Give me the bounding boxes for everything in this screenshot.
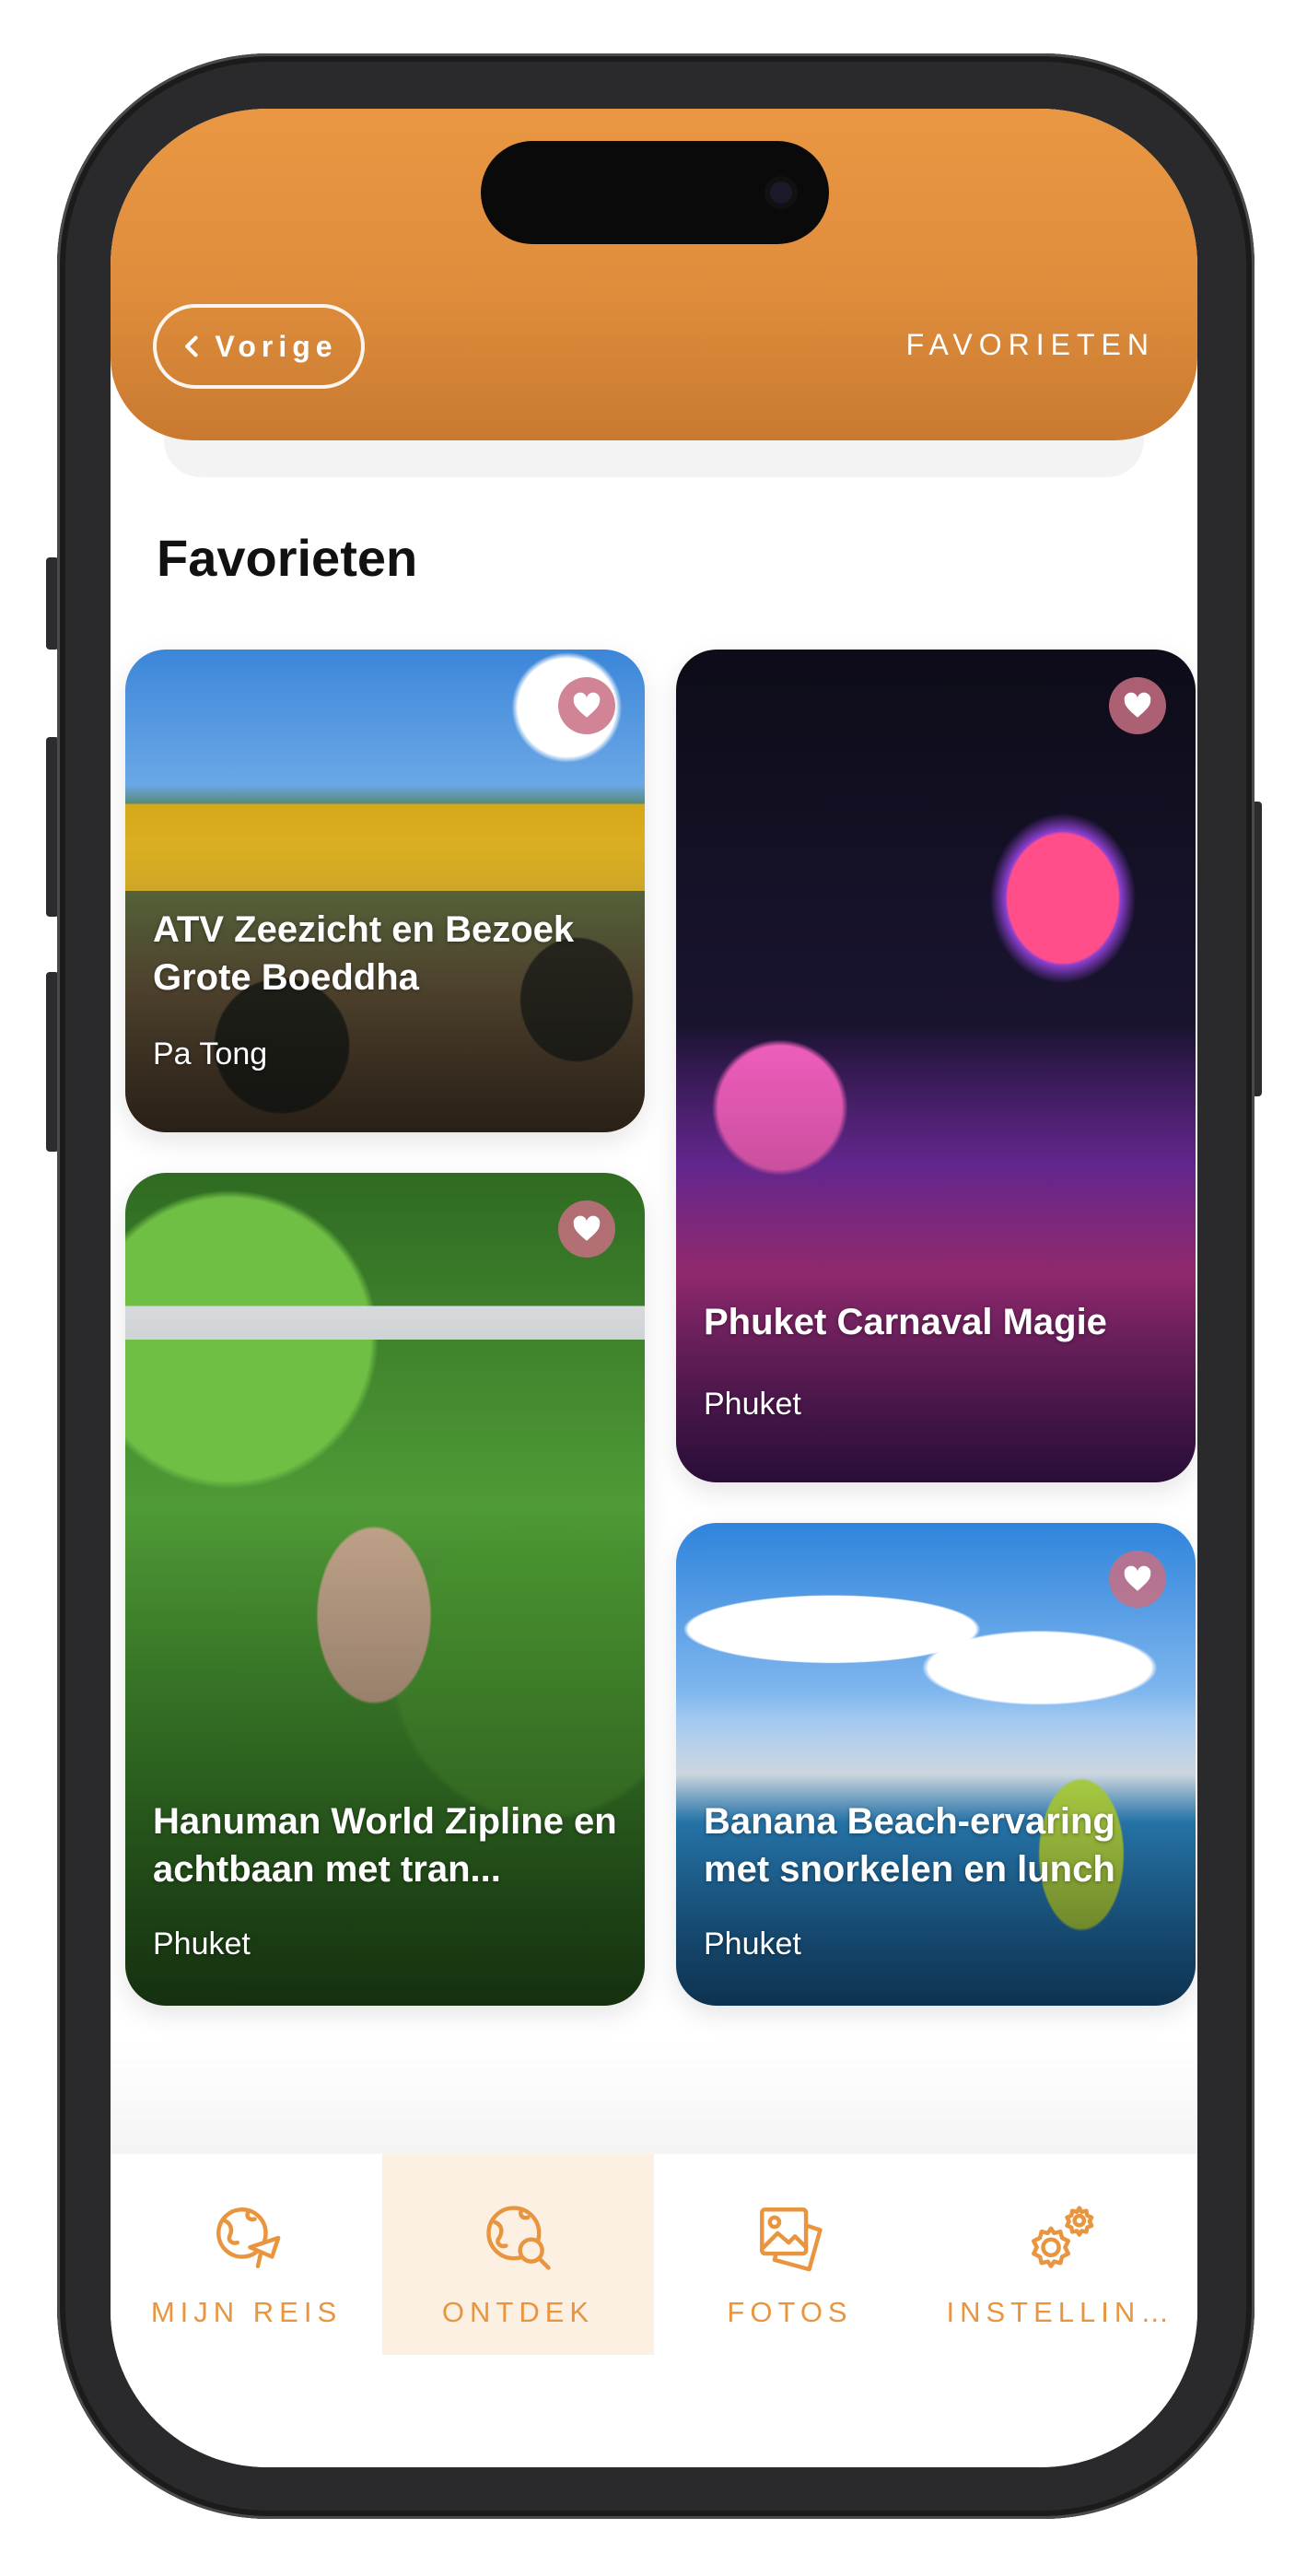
nav-item-mijn-reis[interactable]: MIJN REIS (111, 2154, 382, 2355)
bottom-nav: MIJN REIS ONTDEK FOTOS INSTELLIN... (111, 2154, 1197, 2467)
dynamic-island (481, 141, 829, 244)
front-camera (764, 176, 798, 209)
card-location: Phuket (153, 1926, 251, 1961)
heart-icon[interactable] (1109, 677, 1166, 734)
favorite-card[interactable]: ATV Zeezicht en Bezoek Grote Boeddha Pa … (125, 650, 645, 1132)
nav-label: ONTDEK (441, 2296, 595, 2328)
heart-icon[interactable] (558, 1200, 615, 1258)
gears-icon (1031, 2206, 1093, 2268)
favorite-card[interactable]: Hanuman World Zipline en achtbaan met tr… (125, 1173, 645, 2006)
heart-icon[interactable] (1109, 1551, 1166, 1608)
nav-label: MIJN REIS (150, 2296, 343, 2328)
card-location: Phuket (704, 1926, 801, 1961)
nav-item-fotos[interactable]: FOTOS (654, 2154, 926, 2355)
favorite-card[interactable]: Banana Beach-ervaring met snorkelen en l… (676, 1523, 1196, 2006)
card-title: Phuket Carnaval Magie (704, 1302, 1107, 1342)
globe-search-icon (485, 2206, 551, 2270)
favorite-card[interactable]: Phuket Carnaval Magie Phuket (676, 650, 1196, 1482)
nav-item-ontdek[interactable]: ONTDEK (382, 2154, 654, 2355)
nav-label: INSTELLIN... (946, 2296, 1177, 2328)
photos-icon (759, 2207, 823, 2272)
header-title: FAVORIETEN (905, 328, 1155, 361)
globe-plane-icon (216, 2207, 280, 2268)
card-location: Phuket (704, 1387, 801, 1422)
back-button[interactable]: Vorige (153, 304, 365, 389)
card-title: Banana Beach-ervaring met snorkelen en l… (704, 1801, 1115, 1890)
card-location: Pa Tong (153, 1036, 268, 1071)
nav-item-instellingen[interactable]: INSTELLIN... (926, 2154, 1197, 2355)
card-title: ATV Zeezicht en Bezoek Grote Boeddha (153, 909, 575, 998)
section-title: Favorieten (157, 529, 418, 587)
chevron-left-icon (185, 335, 198, 357)
card-title: Hanuman World Zipline en achtbaan met tr… (153, 1801, 617, 1890)
back-label: Vorige (215, 329, 338, 363)
heart-icon[interactable] (558, 677, 615, 734)
phone-screen: Vorige FAVORIETEN Favorieten ATV Zeezich… (111, 109, 1197, 2467)
nav-fade (111, 2043, 1197, 2154)
nav-label: FOTOS (727, 2296, 853, 2328)
